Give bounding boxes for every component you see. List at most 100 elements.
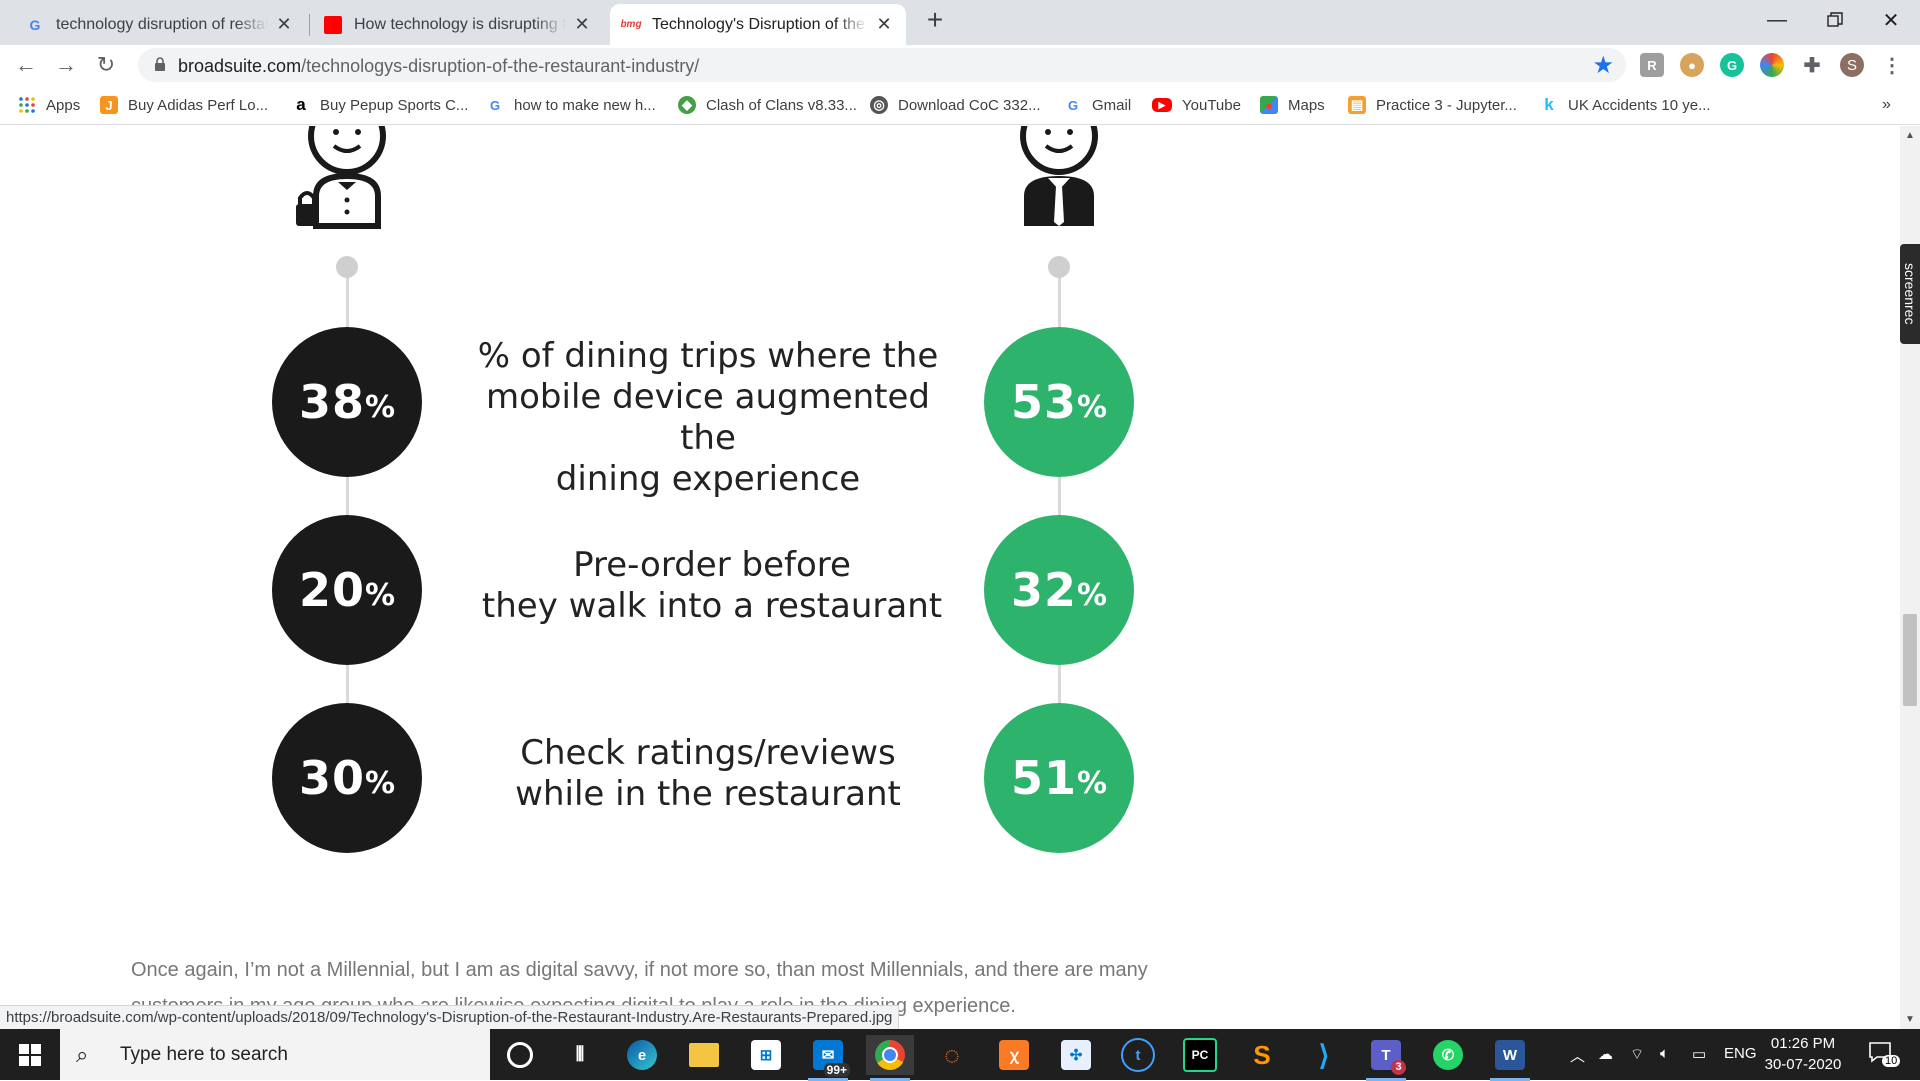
color-extension-icon[interactable] <box>1760 53 1784 77</box>
bookmark-clash[interactable]: ◆ Clash of Clans v8.33... <box>678 93 857 117</box>
j-icon: J <box>100 96 118 114</box>
whatsapp-icon[interactable]: ✆ <box>1424 1035 1472 1075</box>
battery-icon[interactable]: ▭ <box>1692 1045 1706 1063</box>
percent-sign: % <box>364 577 396 613</box>
label-line: they walk into a restaurant <box>481 586 943 626</box>
jupyter-app-icon[interactable]: ◌ <box>928 1035 976 1075</box>
clock-app-icon[interactable]: t <box>1114 1035 1162 1075</box>
cookie-extension-icon[interactable]: ● <box>1680 53 1704 77</box>
tab-search[interactable]: G technology disruption of restaurant ✕ <box>14 4 306 45</box>
page-content: 38% % of dining trips where the mobile d… <box>0 126 1900 1029</box>
profile-avatar[interactable]: S <box>1840 53 1864 77</box>
google-icon: G <box>489 97 501 113</box>
windows-taskbar: ⌕ Type here to search ⫴ e ⊞ ✉ 99+ ◌ ꭓ ✣ … <box>0 1029 1920 1081</box>
label-line: % of dining trips where the <box>477 336 939 376</box>
more-bookmarks-icon[interactable]: » <box>1882 93 1891 117</box>
stat-value: 30 <box>298 751 365 805</box>
mail-icon[interactable]: ✉ 99+ <box>804 1035 852 1081</box>
bookmark-label: Practice 3 - Jupyter... <box>1376 96 1517 114</box>
waiter-person-icon <box>296 126 386 229</box>
scroll-up-arrow-icon[interactable]: ▲ <box>1900 130 1920 141</box>
edge-icon[interactable]: e <box>618 1035 666 1075</box>
bookmark-uk-accidents[interactable]: k UK Accidents 10 ye... <box>1540 93 1711 117</box>
close-tab-icon[interactable]: ✕ <box>874 14 894 35</box>
close-tab-icon[interactable]: ✕ <box>572 14 592 35</box>
bookmark-label: Maps <box>1288 96 1325 114</box>
address-bar[interactable]: broadsuite.com/technologys-disruption-of… <box>138 48 1626 82</box>
bookmark-label: Clash of Clans v8.33... <box>706 96 857 114</box>
grammarly-icon[interactable]: G <box>1720 53 1744 77</box>
label-line: Check ratings/reviews <box>520 733 896 773</box>
onedrive-icon[interactable]: ☁ <box>1598 1045 1613 1063</box>
show-hidden-icons-chevron-icon[interactable]: ︿ <box>1570 1045 1585 1066</box>
close-tab-icon[interactable]: ✕ <box>274 14 294 35</box>
stat-label: Pre-order before they walk into a restau… <box>462 545 962 627</box>
wifi-icon[interactable]: ⌔ <box>1630 1045 1644 1064</box>
taskbar-clock[interactable]: 01:26 PM 30-07-2020 <box>1758 1033 1848 1075</box>
red-square-icon <box>324 15 342 34</box>
reload-icon[interactable]: ↻ <box>90 49 122 81</box>
stat-value: 53 <box>1010 375 1077 429</box>
bookmark-label: Gmail <box>1092 96 1132 114</box>
sublime-icon[interactable]: S <box>1238 1035 1286 1075</box>
close-window-icon[interactable]: ✕ <box>1862 0 1920 40</box>
clash-icon: ◆ <box>678 96 696 114</box>
amazon-icon: a <box>296 95 306 114</box>
snipping-icon[interactable]: ✣ <box>1052 1035 1100 1075</box>
xampp-icon[interactable]: ꭓ <box>990 1035 1038 1075</box>
forward-arrow-icon[interactable]: → <box>50 49 82 81</box>
language-indicator[interactable]: ENG <box>1724 1045 1757 1062</box>
infographic: 38% % of dining trips where the mobile d… <box>0 126 1900 886</box>
bookmark-adidas[interactable]: J Buy Adidas Perf Lo... <box>100 93 268 117</box>
word-icon[interactable]: W <box>1486 1035 1534 1081</box>
google-icon: G <box>29 16 41 33</box>
tab-title: Technology's Disruption of the Restauran… <box>652 15 868 33</box>
chrome-icon[interactable] <box>866 1035 914 1081</box>
screenrec-tab[interactable]: screenrec <box>1900 244 1920 344</box>
bookmark-maps[interactable]: ● Maps <box>1260 93 1325 117</box>
browser-toolbar: ← → ↻ broadsuite.com/technologys-disrupt… <box>0 45 1920 85</box>
task-view-icon[interactable]: ⫴ <box>556 1035 604 1075</box>
restore-icon[interactable] <box>1806 0 1864 40</box>
bookmark-apps[interactable]: Apps <box>18 93 80 117</box>
scroll-down-arrow-icon[interactable]: ▼ <box>1900 1014 1920 1025</box>
clock-date: 30-07-2020 <box>1764 1056 1842 1073</box>
new-tab-plus-icon[interactable]: + <box>920 6 950 36</box>
bookmark-label: UK Accidents 10 ye... <box>1568 96 1711 114</box>
bookmark-jupyter[interactable]: ▤ Practice 3 - Jupyter... <box>1348 93 1517 117</box>
tab-article[interactable]: How technology is disrupting the ✕ <box>312 4 604 45</box>
bookmark-coc[interactable]: ◎ Download CoC 332... <box>870 93 1041 117</box>
teams-icon[interactable]: T 3 <box>1362 1035 1410 1081</box>
bookmark-pepup[interactable]: a Buy Pepup Sports C... <box>292 93 468 117</box>
extension-tool-icon[interactable]: R <box>1640 53 1664 77</box>
clock-time: 01:26 PM <box>1770 1035 1836 1052</box>
scroll-thumb[interactable] <box>1903 614 1917 706</box>
minimize-icon[interactable]: — <box>1748 0 1806 40</box>
stat-label: Check ratings/reviews while in the resta… <box>458 733 958 815</box>
bookmark-gmail[interactable]: G Gmail <box>1064 93 1131 117</box>
bookmark-star-icon[interactable]: ★ <box>1592 51 1614 80</box>
right-timeline-dot <box>1048 256 1070 278</box>
tab-title: How technology is disrupting the <box>354 15 566 33</box>
search-placeholder: Type here to search <box>120 1043 288 1065</box>
back-arrow-icon[interactable]: ← <box>10 49 42 81</box>
cortana-icon[interactable] <box>496 1035 544 1075</box>
file-explorer-icon[interactable] <box>680 1035 728 1075</box>
lock-icon <box>155 57 165 71</box>
windows-start-icon[interactable] <box>0 1029 60 1080</box>
pycharm-icon[interactable]: PC <box>1176 1035 1224 1075</box>
extensions-puzzle-icon[interactable]: ✚ <box>1800 53 1824 77</box>
bookmark-google-search[interactable]: G how to make new h... <box>486 93 656 117</box>
tab-broadsuite[interactable]: bmg Technology's Disruption of the Resta… <box>610 4 906 45</box>
label-line: while in the restaurant <box>515 774 901 814</box>
label-line: Pre-order before <box>573 545 851 585</box>
taskbar-search-box[interactable]: ⌕ Type here to search <box>60 1029 490 1080</box>
action-center-icon[interactable]: 10 <box>1864 1039 1901 1071</box>
volume-icon[interactable]: 🔈︎ <box>1660 1045 1669 1062</box>
globe-icon: ◎ <box>870 96 888 114</box>
bookmark-youtube[interactable]: ▶ YouTube <box>1152 93 1241 117</box>
right-stat-circle: 53% <box>984 327 1134 477</box>
menu-kebab-icon[interactable]: ⋮ <box>1880 53 1904 77</box>
vscode-icon[interactable]: ⟩ <box>1300 1035 1348 1075</box>
store-icon[interactable]: ⊞ <box>742 1035 790 1075</box>
